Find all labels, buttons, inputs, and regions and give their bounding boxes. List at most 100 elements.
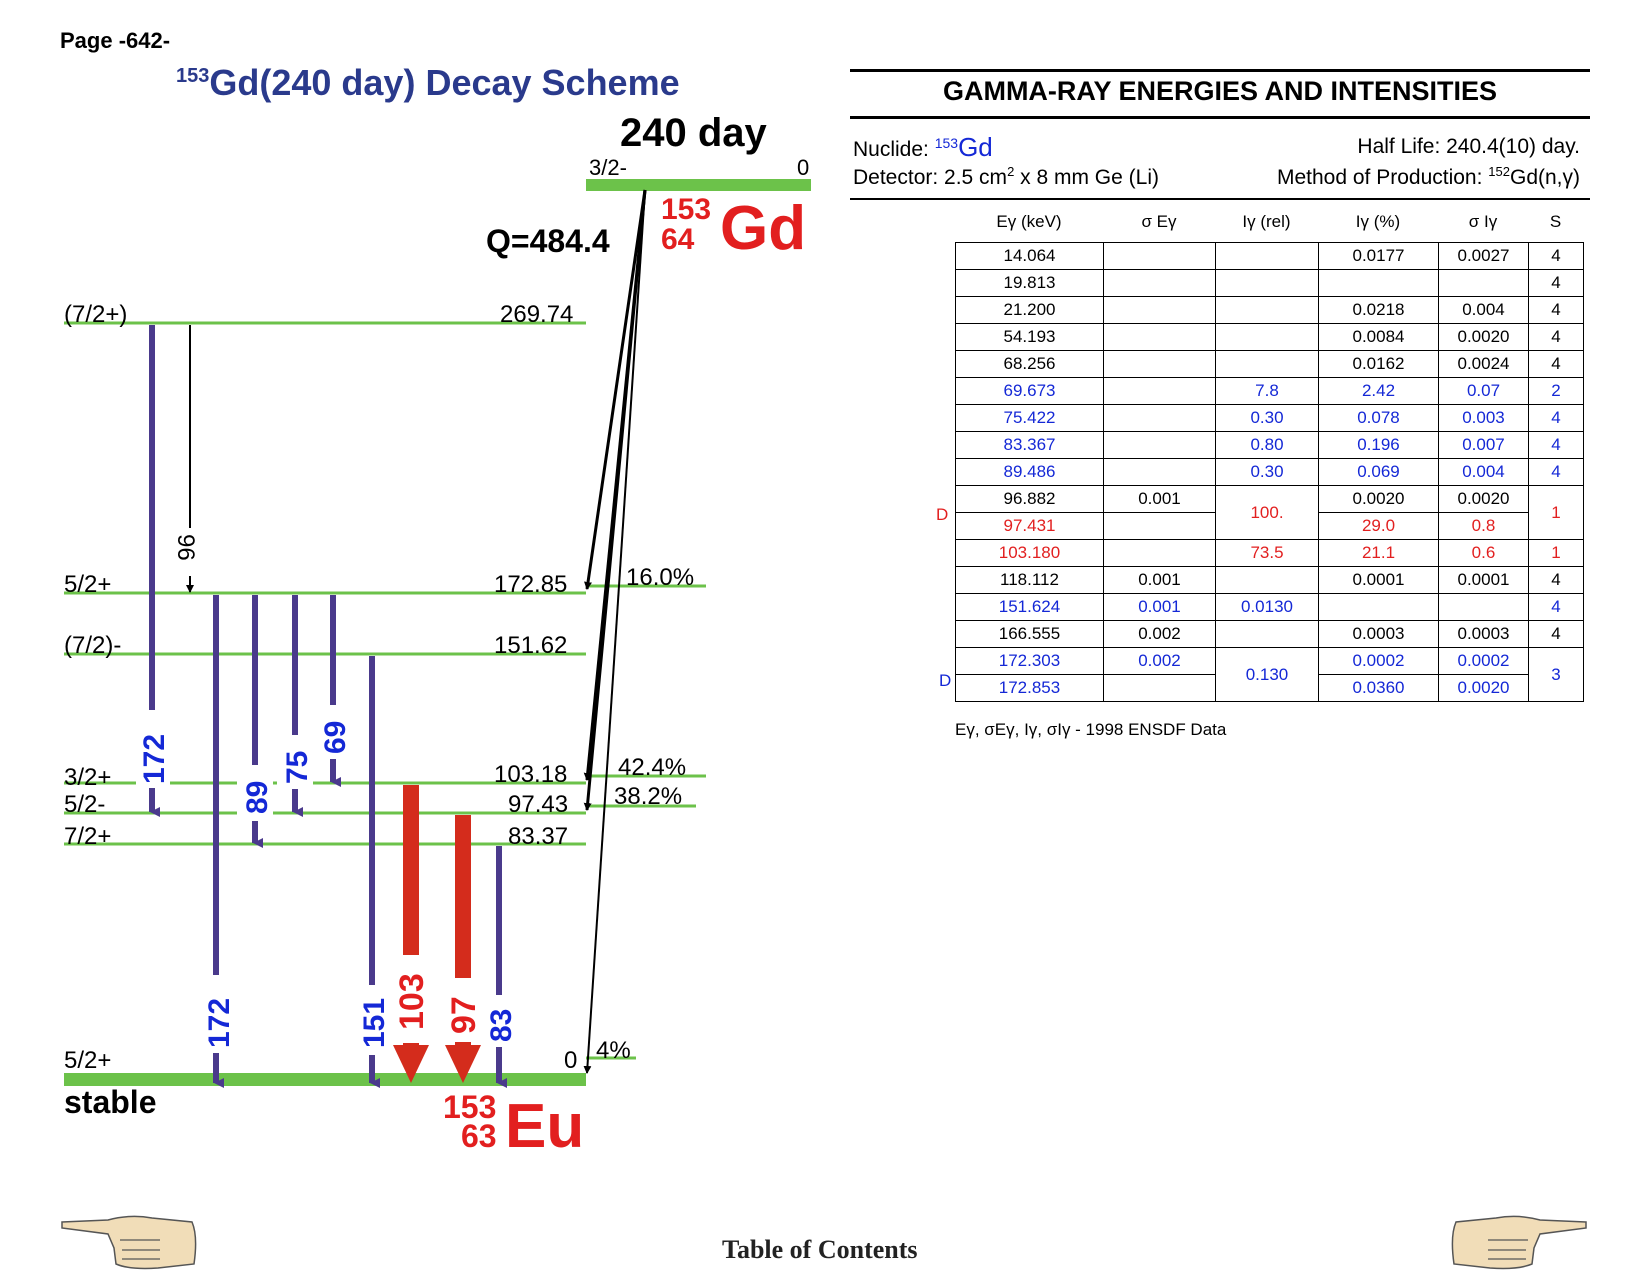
cell-energy: 103.180: [955, 539, 1104, 567]
gamma-label-151: 151: [358, 998, 391, 1048]
table-row: 14.064 0.0177 0.0027 4: [955, 242, 1584, 270]
cell-energy: 83.367: [955, 431, 1104, 459]
level-energy-97: 97.43: [508, 791, 568, 818]
table-row: 19.813 4: [955, 269, 1584, 297]
table-row: 96.882 0.001 100. 0.0020 0.0020 1: [955, 485, 1584, 540]
table-row: 69.673 7.8 2.42 0.07 2: [955, 377, 1584, 405]
gamma-label-89: 89: [241, 781, 274, 814]
cell-irel: [1215, 296, 1319, 324]
table-row: 172.303 0.002 0.130 0.0002 0.0002 3: [955, 647, 1584, 702]
cell-energy: 21.200: [955, 296, 1104, 324]
level-spin-0: 5/2+: [64, 1047, 111, 1074]
pointing-hand-right-icon[interactable]: [1448, 1212, 1588, 1274]
cell-intensity-unc: 0.07: [1438, 377, 1529, 405]
nuclide-label: Nuclide:: [853, 138, 929, 161]
level-branch-172: 16.0%: [626, 564, 694, 591]
cell-energy: 172.303: [955, 647, 1104, 675]
cell-s: 4: [1528, 269, 1584, 297]
cell-intensity-unc: [1438, 269, 1529, 297]
header-energy: Eγ (keV): [996, 212, 1062, 231]
cell-intensity-unc: 0.007: [1438, 431, 1529, 459]
table-row: 166.555 0.002 0.0003 0.0003 4: [955, 620, 1584, 648]
cell-energy: 68.256: [955, 350, 1104, 378]
feed-arrow-97: [583, 189, 647, 811]
panel-info-rule: [850, 198, 1590, 200]
level-spin-83: 7/2+: [64, 823, 111, 850]
cell-irel: 0.30: [1215, 458, 1319, 486]
parent-energy: 0: [797, 155, 809, 180]
parent-z: 64: [661, 223, 695, 256]
cell-intensity-unc: 0.003: [1438, 404, 1529, 432]
cell-irel: 0.130: [1215, 647, 1319, 702]
gamma-ray-table: 14.064 0.0177 0.0027 4 19.813 4 21.200 0.0218 0.…: [955, 242, 1584, 702]
header-irel: Iγ (rel): [1242, 212, 1291, 231]
cell-irel: [1215, 323, 1319, 351]
gamma-label-172-a: 172: [138, 734, 171, 784]
gamma-label-172-b: 172: [203, 998, 236, 1048]
cell-energy: 14.064: [955, 242, 1104, 270]
cell-s: 4: [1528, 242, 1584, 270]
cell-energy: 97.431: [955, 512, 1104, 540]
cell-intensity-unc: 0.8: [1438, 512, 1529, 540]
table-of-contents-link[interactable]: Table of Contents: [722, 1235, 918, 1265]
level-branch-103: 42.4%: [618, 754, 686, 781]
gamma-label-97: 97: [445, 996, 483, 1034]
cell-intensity-unc: 0.0001: [1438, 566, 1529, 594]
level-spin-97: 5/2-: [64, 791, 105, 818]
table-row: 151.624 0.001 0.0130 4: [955, 593, 1584, 621]
nuclide-mass: 153: [934, 135, 959, 151]
cell-irel: [1215, 269, 1319, 297]
production-info: Method of Production: 152Gd(n,γ): [1240, 164, 1580, 190]
cell-energy: 75.422: [955, 404, 1104, 432]
cell-intensity-unc: 0.0002: [1438, 647, 1529, 675]
level-energy-269: 269.74: [500, 301, 573, 328]
level-spin-269: (7/2+): [64, 301, 127, 328]
cell-ipct: 0.196: [1318, 431, 1439, 459]
cell-ipct: 0.078: [1318, 404, 1439, 432]
gamma-label-69: 69: [319, 721, 352, 754]
cell-energy-unc: 0.001: [1103, 593, 1216, 621]
level-energy-151: 151.62: [494, 632, 567, 659]
daughter-z: 63: [461, 1118, 497, 1154]
cell-energy-unc: [1103, 431, 1216, 459]
cell-ipct: 29.0: [1318, 512, 1439, 540]
cell-irel: 7.8: [1215, 377, 1319, 405]
header-ipct: Iγ (%): [1355, 212, 1401, 231]
cell-irel: 0.30: [1215, 404, 1319, 432]
cell-intensity-unc: 0.0027: [1438, 242, 1529, 270]
level-spin-103: 3/2+: [64, 764, 111, 791]
cell-ipct: [1318, 593, 1439, 621]
cell-s: 4: [1528, 323, 1584, 351]
cell-ipct: [1318, 269, 1439, 297]
header-intensity-unc: σ Iγ: [1468, 212, 1498, 231]
table-row: 68.256 0.0162 0.0024 4: [955, 350, 1584, 378]
level-spin-151: (7/2)-: [64, 632, 121, 659]
cell-irel: 73.5: [1215, 539, 1319, 567]
cell-ipct: 0.0218: [1318, 296, 1439, 324]
nuclide-info: Nuclide: 153Gd: [853, 132, 993, 163]
half-life-label: 240 day: [620, 111, 768, 155]
cell-ipct: 0.0003: [1318, 620, 1439, 648]
cell-energy-unc: 0.002: [1103, 647, 1216, 675]
cell-irel: 0.0130: [1215, 593, 1319, 621]
cell-energy-unc: [1103, 350, 1216, 378]
doublet-mark-97: D: [936, 505, 949, 524]
cell-energy-unc: [1103, 242, 1216, 270]
cell-ipct: 0.0001: [1318, 566, 1439, 594]
level-energy-172: 172.85: [494, 571, 567, 598]
cell-ipct: 21.1: [1318, 539, 1439, 567]
gamma-label-96: 96: [172, 534, 199, 561]
cell-energy: 151.624: [955, 593, 1104, 621]
level-spin-172: 5/2+: [64, 571, 111, 598]
cell-energy-unc: [1103, 674, 1216, 702]
cell-ipct: 0.069: [1318, 458, 1439, 486]
cell-ipct: 0.0177: [1318, 242, 1439, 270]
parent-symbol: Gd: [720, 194, 806, 263]
table-row: 118.112 0.001 0.0001 0.0001 4: [955, 566, 1584, 594]
cell-energy-unc: 0.002: [1103, 620, 1216, 648]
gamma-label-75: 75: [281, 751, 314, 784]
cell-ipct: 0.0084: [1318, 323, 1439, 351]
cell-intensity-unc: [1438, 593, 1529, 621]
pointing-hand-left-icon[interactable]: [60, 1212, 200, 1274]
cell-energy-unc: [1103, 539, 1216, 567]
